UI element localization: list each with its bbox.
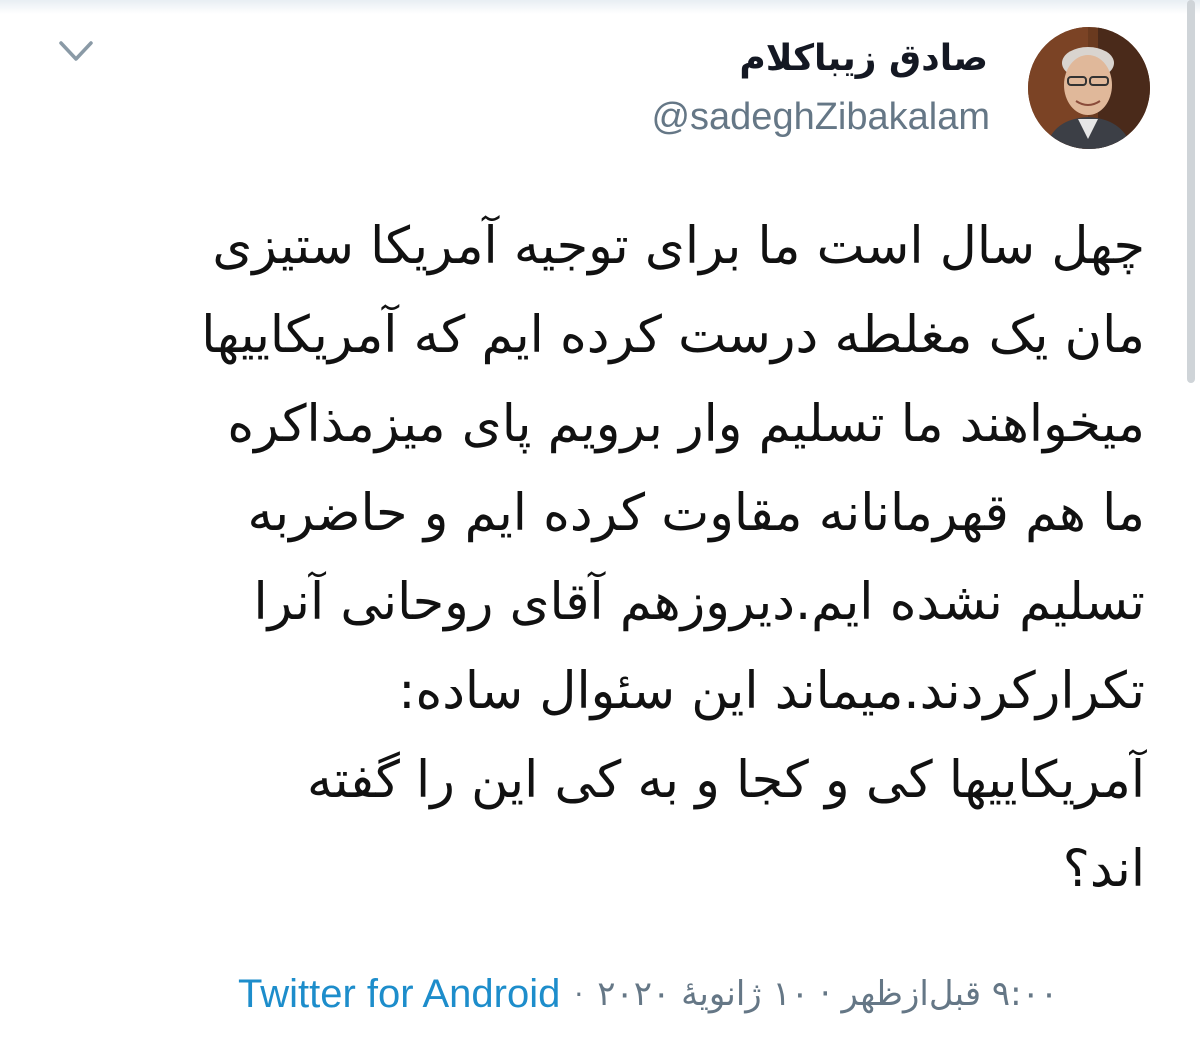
chevron-down-icon[interactable] — [58, 38, 94, 64]
display-name[interactable]: صادق زیباکلام — [739, 38, 988, 79]
tweet-line: چهل سال است ما برای توجیه آمریکا ستیزی — [212, 217, 1145, 276]
tweet-line: آمریکاییها کی و کجا و به کی این را گفته — [307, 751, 1145, 810]
tweet-line: تکرارکردند.میماند این سئوال ساده: — [398, 662, 1145, 721]
scrollbar[interactable] — [1187, 0, 1195, 383]
top-cutoff-strip — [0, 0, 1200, 14]
tweet-timestamp[interactable]: ۹:۰۰ قبل‌ازظهر · ۱۰ ژانویهٔ ۲۰۲۰ — [597, 974, 1058, 1014]
tweet-source-link[interactable]: Twitter for Android — [238, 972, 560, 1017]
tweet-text: چهل سال است ما برای توجیه آمریکا ستیزی م… — [30, 202, 1145, 914]
tweet-line: تسلیم نشده ایم.دیروزهم آقای روحانی آنرا — [253, 573, 1145, 632]
avatar[interactable] — [1028, 27, 1150, 149]
tweet-line: اند؟ — [1062, 840, 1145, 899]
footer-separator: · — [574, 977, 584, 1011]
tweet-line: ما هم قهرمانانه مقاوت کرده ایم و حاضربه — [247, 484, 1145, 543]
tweet-line: میخواهند ما تسلیم وار برویم پای میزمذاکر… — [227, 395, 1145, 454]
tweet-line: مان یک مغلطه درست کرده ایم که آمریکاییها — [201, 306, 1145, 365]
user-handle[interactable]: @sadeghZibakalam — [651, 96, 990, 139]
tweet-footer: Twitter for Android · ۹:۰۰ قبل‌ازظهر · ۱… — [238, 968, 1058, 1020]
